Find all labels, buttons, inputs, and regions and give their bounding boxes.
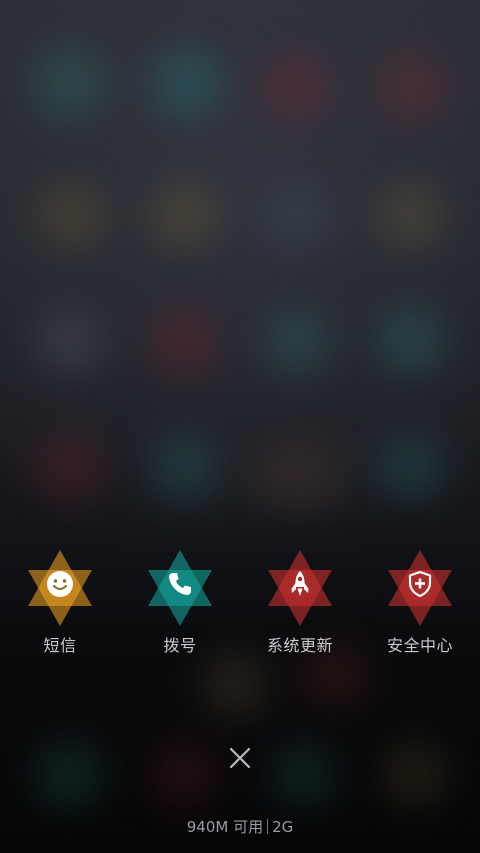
- quick-shortcuts-row: 短信 拨号 系统更新 安全中心: [0, 546, 480, 656]
- shortcut-label: 系统更新: [266, 636, 333, 655]
- shortcut-system-update[interactable]: 系统更新: [250, 546, 350, 656]
- close-button[interactable]: [224, 742, 256, 774]
- divider: [267, 819, 269, 834]
- network-type: 2G: [272, 818, 294, 836]
- shortcut-messages[interactable]: 短信: [10, 546, 110, 656]
- memory-available: 940M 可用: [186, 818, 264, 836]
- phone-icon: [166, 570, 194, 598]
- recent-apps-overlay: 短信 拨号 系统更新 安全中心 940M 可用 2G: [0, 0, 480, 853]
- smiley-face-icon: [46, 570, 74, 598]
- shortcut-label: 安全中心: [386, 636, 453, 655]
- memory-status: 940M 可用 2G: [0, 816, 480, 837]
- close-icon: [229, 747, 251, 769]
- blurred-home-background: [0, 0, 480, 853]
- shortcut-dialer[interactable]: 拨号: [130, 546, 230, 656]
- rocket-icon: [286, 570, 314, 598]
- shortcut-label: 短信: [43, 636, 77, 655]
- shortcut-security-center[interactable]: 安全中心: [370, 546, 470, 656]
- shortcut-label: 拨号: [163, 636, 197, 655]
- shield-plus-icon: [406, 570, 434, 598]
